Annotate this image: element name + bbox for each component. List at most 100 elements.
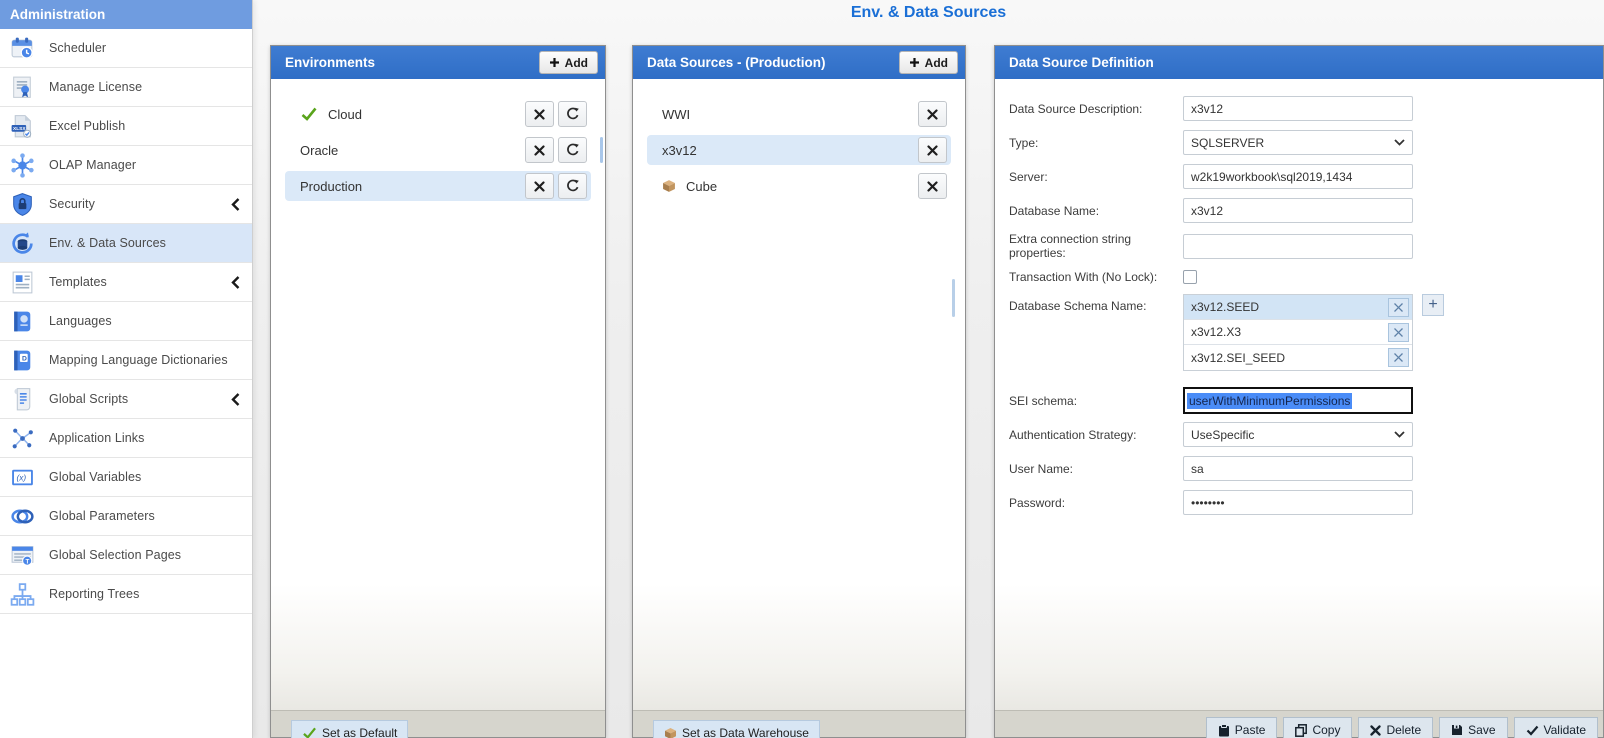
remove-schema-button[interactable]	[1388, 323, 1409, 342]
sidebar-item-global-scripts[interactable]: Global Scripts	[0, 380, 252, 419]
application-links-icon	[9, 425, 36, 452]
sidebar-item-label: Mapping Language Dictionaries	[49, 353, 240, 367]
save-icon	[1451, 724, 1463, 736]
sidebar-item-label: Global Scripts	[49, 392, 218, 406]
sidebar-item-label: Templates	[49, 275, 218, 289]
environments-scrollbar[interactable]	[600, 137, 603, 163]
environments-title: Environments	[285, 55, 375, 70]
sidebar-item-manage-license[interactable]: Manage License	[0, 68, 252, 107]
sidebar-item-languages[interactable]: Languages	[0, 302, 252, 341]
copy-button[interactable]: Copy	[1283, 717, 1352, 738]
schema-names-label: Database Schema Name:	[1009, 299, 1183, 313]
paste-icon	[1218, 724, 1230, 737]
env-data-sources-icon	[9, 230, 36, 257]
x-icon	[534, 109, 545, 120]
delete-environment-button[interactable]	[525, 101, 554, 127]
refresh-environment-button[interactable]	[558, 173, 587, 199]
sidebar-item-label: Excel Publish	[49, 119, 240, 133]
add-schema-button[interactable]: +	[1422, 294, 1444, 316]
svg-text:(x): (x)	[16, 472, 26, 482]
validate-button[interactable]: Validate	[1514, 717, 1598, 738]
extra-properties-input[interactable]	[1183, 234, 1413, 259]
data-sources-panel: Data Sources - (Production) Add WWI x3v1…	[632, 45, 966, 738]
paste-button[interactable]: Paste	[1206, 717, 1278, 738]
delete-environment-button[interactable]	[525, 137, 554, 163]
data-sources-list: WWI x3v12 Cube	[633, 79, 965, 710]
sidebar-item-label: Security	[49, 197, 218, 211]
delete-button[interactable]: Delete	[1358, 717, 1433, 738]
database-name-input[interactable]	[1183, 198, 1413, 223]
sidebar-item-env-data-sources[interactable]: Env. & Data Sources	[0, 224, 252, 263]
x-icon	[1393, 302, 1404, 313]
sidebar-item-application-links[interactable]: Application Links	[0, 419, 252, 458]
environment-row-cloud[interactable]: Cloud	[285, 99, 591, 129]
environment-row-oracle[interactable]: Oracle	[285, 135, 591, 165]
set-as-data-warehouse-button[interactable]: Set as Data Warehouse	[653, 720, 820, 738]
chevron-down-icon	[1394, 431, 1405, 438]
schema-row[interactable]: x3v12.SEED	[1184, 295, 1412, 320]
data-sources-panel-footer: Set as Data Warehouse	[633, 710, 965, 737]
sidebar-item-global-variables[interactable]: (x) Global Variables	[0, 458, 252, 497]
templates-icon	[9, 269, 36, 296]
data-source-row-x3v12[interactable]: x3v12	[647, 135, 951, 165]
scheduler-icon	[9, 35, 36, 62]
server-input[interactable]	[1183, 164, 1413, 189]
save-button[interactable]: Save	[1439, 717, 1507, 738]
default-check-icon	[300, 107, 318, 121]
type-label: Type:	[1009, 136, 1183, 150]
schema-row[interactable]: x3v12.X3	[1184, 320, 1412, 345]
data-source-row-wwi[interactable]: WWI	[647, 99, 951, 129]
user-name-label: User Name:	[1009, 462, 1183, 476]
environment-name: Cloud	[328, 107, 521, 122]
chevron-left-icon[interactable]	[231, 276, 240, 289]
data-sources-scrollbar[interactable]	[952, 279, 955, 317]
add-data-source-button[interactable]: Add	[899, 51, 958, 74]
sidebar-item-scheduler[interactable]: Scheduler	[0, 29, 252, 68]
sidebar-item-templates[interactable]: Templates	[0, 263, 252, 302]
admin-sidebar: Administration Scheduler Manage License …	[0, 0, 253, 738]
refresh-environment-button[interactable]	[558, 137, 587, 163]
chevron-left-icon[interactable]	[231, 393, 240, 406]
remove-schema-button[interactable]	[1388, 348, 1409, 367]
refresh-icon	[566, 107, 580, 121]
sei-schema-input[interactable]: userWithMinimumPermissions	[1183, 387, 1413, 414]
type-select[interactable]: SQLSERVER	[1183, 130, 1413, 155]
sidebar-item-global-selection-pages[interactable]: T Global Selection Pages	[0, 536, 252, 575]
sidebar-item-excel-publish[interactable]: XLSX Excel Publish	[0, 107, 252, 146]
chevron-left-icon[interactable]	[231, 198, 240, 211]
security-icon	[9, 191, 36, 218]
sidebar-item-mapping-dictionaries[interactable]: D Mapping Language Dictionaries	[0, 341, 252, 380]
sidebar-item-label: Env. & Data Sources	[49, 236, 240, 250]
password-label: Password:	[1009, 496, 1183, 510]
delete-data-source-button[interactable]	[918, 137, 947, 163]
sidebar-item-reporting-trees[interactable]: Reporting Trees	[0, 575, 252, 614]
remove-schema-button[interactable]	[1388, 298, 1409, 317]
x-icon	[1393, 352, 1404, 363]
delete-data-source-button[interactable]	[918, 173, 947, 199]
schema-name: x3v12.X3	[1191, 325, 1388, 339]
global-variables-icon: (x)	[9, 464, 36, 491]
sidebar-item-label: Global Parameters	[49, 509, 240, 523]
svg-text:D: D	[22, 355, 27, 362]
manage-license-icon	[9, 74, 36, 101]
sidebar-header: Administration	[0, 0, 252, 29]
schema-row[interactable]: x3v12.SEI_SEED	[1184, 345, 1412, 370]
sidebar-item-security[interactable]: Security	[0, 185, 252, 224]
data-source-row-cube[interactable]: Cube	[647, 171, 951, 201]
check-icon	[1526, 725, 1539, 736]
environment-row-production[interactable]: Production	[285, 171, 591, 201]
set-as-default-button[interactable]: Set as Default	[291, 720, 408, 738]
sidebar-item-global-parameters[interactable]: Global Parameters	[0, 497, 252, 536]
delete-data-source-button[interactable]	[918, 101, 947, 127]
password-input[interactable]	[1183, 490, 1413, 515]
delete-environment-button[interactable]	[525, 173, 554, 199]
transaction-no-lock-checkbox[interactable]	[1183, 270, 1197, 284]
sidebar-item-olap-manager[interactable]: OLAP Manager	[0, 146, 252, 185]
add-environment-button[interactable]: Add	[539, 51, 598, 74]
refresh-environment-button[interactable]	[558, 101, 587, 127]
user-name-input[interactable]	[1183, 456, 1413, 481]
auth-strategy-select[interactable]: UseSpecific	[1183, 422, 1413, 447]
description-input[interactable]	[1183, 96, 1413, 121]
copy-icon	[1295, 724, 1307, 737]
x-icon	[927, 181, 938, 192]
